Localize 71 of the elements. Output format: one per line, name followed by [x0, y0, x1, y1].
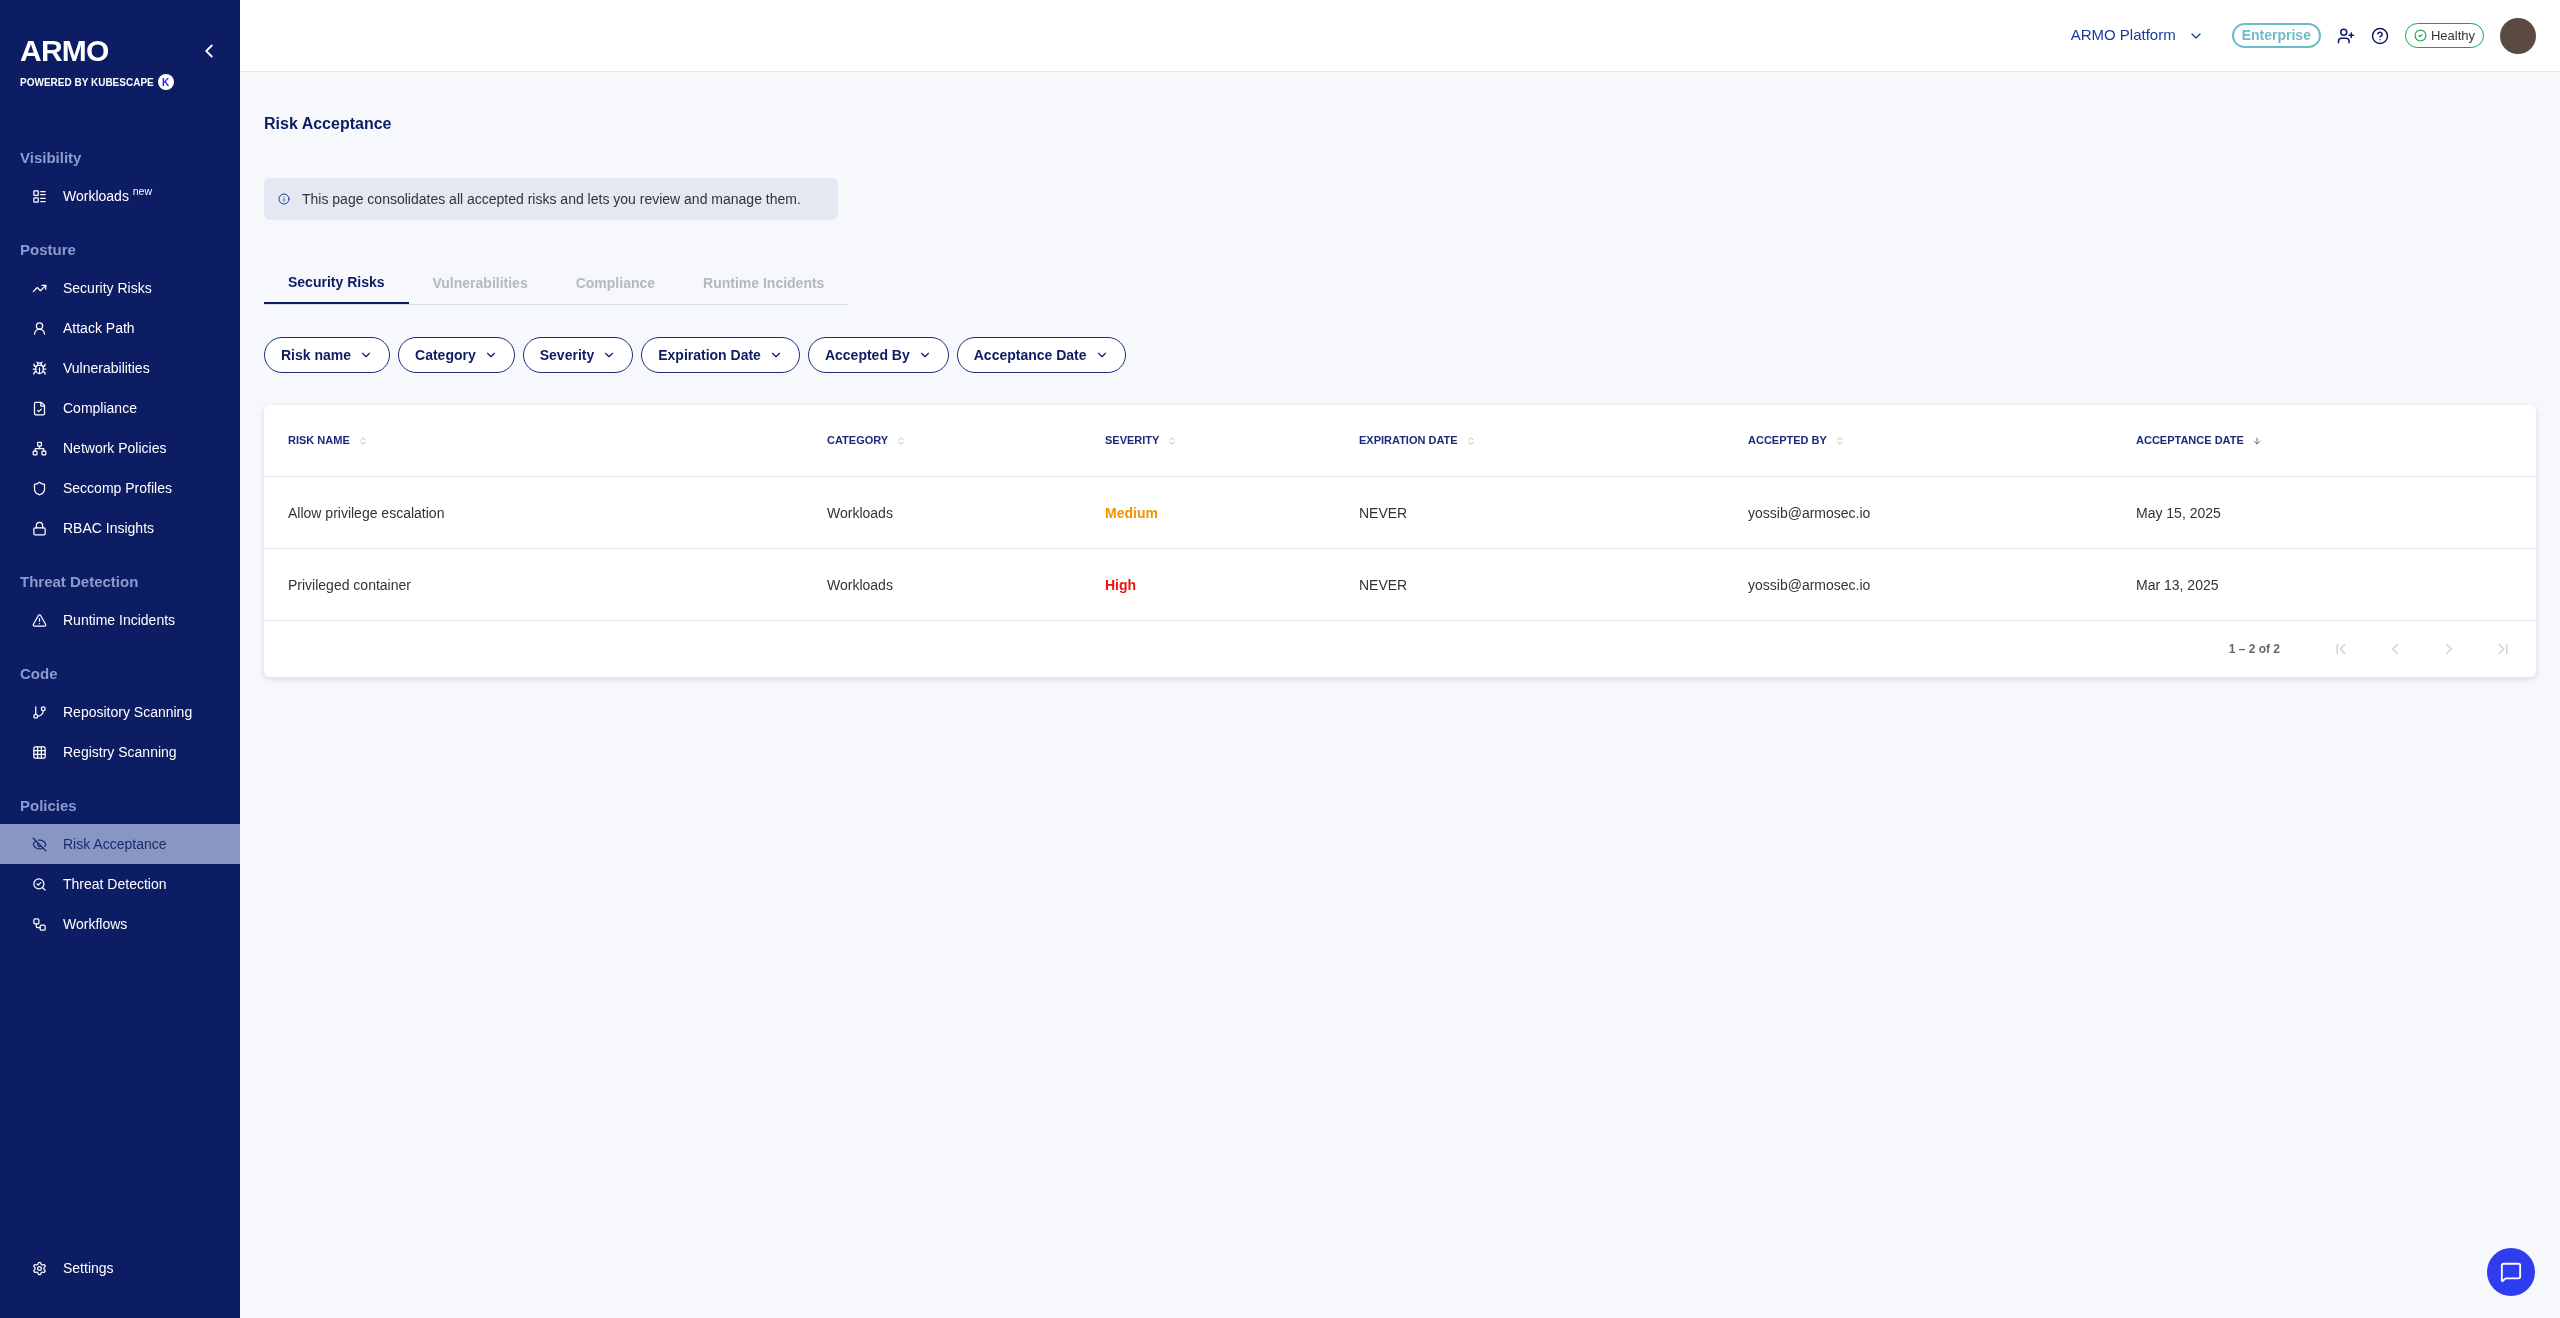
sidebar-item[interactable]: Threat Detection	[0, 864, 240, 904]
sidebar-item[interactable]: Compliance	[0, 388, 240, 428]
network-icon	[32, 440, 47, 456]
sidebar-item[interactable]: RBAC Insights	[0, 508, 240, 548]
info-icon	[278, 193, 290, 205]
check-icon	[2413, 29, 2427, 42]
kubescape-badge: K	[157, 74, 174, 90]
sidebar-item[interactable]: Attack Path	[0, 308, 240, 348]
column-header[interactable]: EXPIRATION DATE	[1359, 432, 1458, 449]
filter-dropdown[interactable]: Acceptance Date	[956, 337, 1126, 373]
column-header[interactable]: RISK NAME	[288, 432, 350, 449]
document-check-icon	[32, 400, 47, 416]
grid-icon	[32, 744, 47, 760]
table-cell: NEVER	[1359, 576, 1408, 593]
table-cell: Workloads	[827, 504, 893, 521]
settings-icon	[32, 1260, 47, 1276]
sidebar-item[interactable]: Runtime Incidents	[0, 600, 240, 640]
section-title: Visibility	[19, 147, 83, 168]
logo: ARMO	[20, 36, 110, 66]
chat-icon	[2500, 1261, 2522, 1283]
eye-off-icon	[32, 836, 47, 852]
bug-icon	[32, 360, 47, 376]
page-title: Risk Acceptance	[264, 114, 393, 134]
warning-icon	[32, 612, 47, 628]
branch-icon	[32, 704, 47, 720]
table-cell: NEVER	[1359, 504, 1408, 521]
filter-dropdown[interactable]: Category	[398, 337, 515, 373]
severity-label: High	[1105, 576, 1137, 593]
column-header[interactable]: ACCEPTED BY	[1748, 432, 1827, 449]
sidebar-item[interactable]: Repository Scanning	[0, 692, 240, 732]
info-text: This page consolidates all accepted risks and lets you review and manage them.	[302, 189, 801, 209]
column-header[interactable]: CATEGORY	[827, 432, 889, 449]
section-title: Threat Detection	[19, 571, 140, 592]
platform-dropdown[interactable]: ARMO Platform	[2070, 24, 2204, 47]
sidebar-item[interactable]: Risk Acceptance	[0, 824, 240, 864]
column-header[interactable]: SEVERITY	[1105, 432, 1160, 449]
filter-dropdown[interactable]: Expiration Date	[641, 337, 800, 373]
column-header[interactable]: ACCEPTANCE DATE	[2136, 432, 2244, 449]
sidebar-item[interactable]: Seccomp Profiles	[0, 468, 240, 508]
sidebar-item[interactable]: Vulnerabilities	[0, 348, 240, 388]
powered-by-text: POWERED BY KUBESCAPE	[20, 75, 154, 90]
tab[interactable]: Security Risks	[264, 262, 409, 304]
sidebar-item[interactable]: Workflows	[0, 904, 240, 944]
sidebar-item[interactable]: Workloads $^{new}$	[0, 176, 240, 216]
table-cell: May 15, 2025	[2136, 504, 2221, 521]
filter-dropdown[interactable]: Severity	[522, 337, 634, 373]
table-cell: Workloads	[827, 576, 893, 593]
table-cell: Mar 13, 2025	[2136, 576, 2219, 593]
severity-label: Medium	[1105, 504, 1158, 521]
sidebar-item[interactable]: Registry Scanning	[0, 732, 240, 772]
chat-launcher-button[interactable]	[2487, 1248, 2535, 1296]
add-user-icon[interactable]	[2336, 26, 2355, 45]
section-title: Posture	[19, 239, 77, 260]
search-icon	[32, 876, 47, 892]
section-title: Policies	[19, 795, 78, 816]
table-cell: yossib@armosec.io	[1748, 504, 1871, 521]
table-cell: Allow privilege escalation	[288, 504, 445, 521]
filter-dropdown[interactable]: Accepted By	[807, 337, 949, 373]
avatar[interactable]	[2500, 17, 2536, 54]
sidebar-item[interactable]: Network Policies	[0, 428, 240, 468]
section-title: Code	[19, 663, 59, 684]
plan-badge: Enterprise	[2231, 23, 2321, 48]
shield-icon	[32, 480, 47, 496]
pagination-range: 1 – 2 of 2	[2228, 641, 2280, 658]
table-cell: Privileged container	[288, 576, 411, 593]
help-icon[interactable]	[2370, 26, 2389, 45]
sidebar-item[interactable]: Security Risks	[0, 268, 240, 308]
lock-icon	[32, 520, 47, 536]
table-cell: yossib@armosec.io	[1748, 576, 1871, 593]
filter-dropdown[interactable]: Risk name	[264, 337, 391, 373]
settings-link[interactable]: Settings	[0, 1248, 240, 1288]
